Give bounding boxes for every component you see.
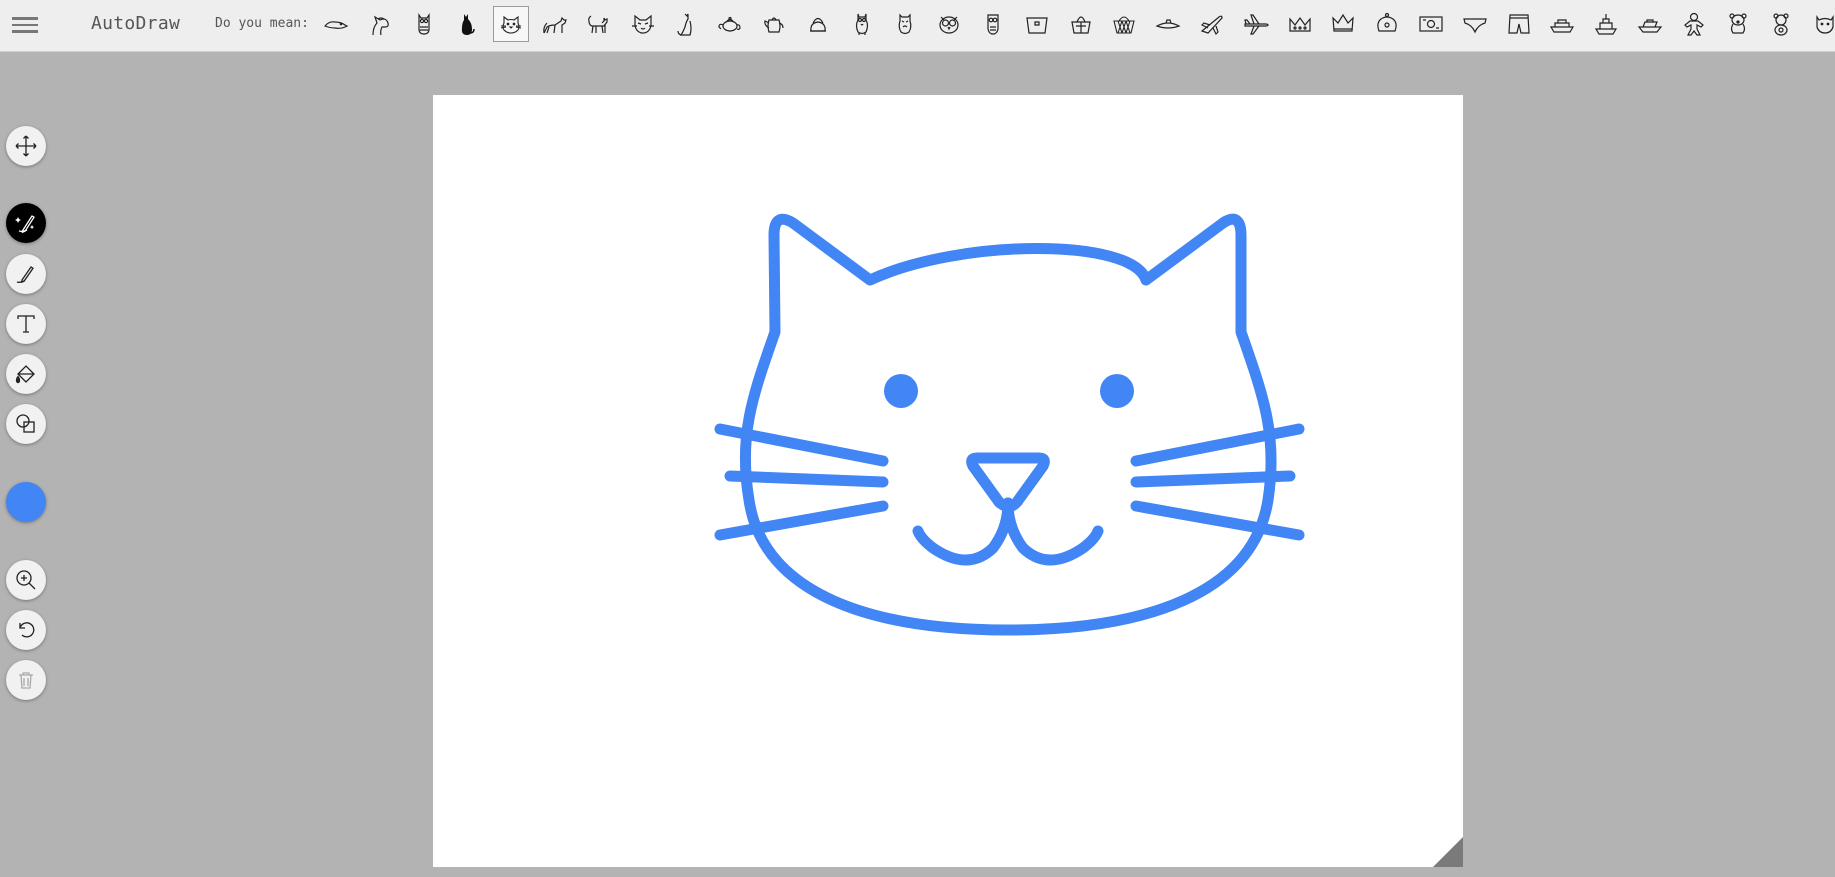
whisker-right-3 — [1130, 500, 1305, 541]
suggestion-label: Do you mean: — [215, 16, 309, 31]
boat-icon[interactable] — [1632, 6, 1668, 42]
cat-mouth-right — [1002, 497, 1104, 566]
bear-icon[interactable] — [1720, 6, 1756, 42]
move-tool[interactable] — [6, 126, 46, 166]
resize-corner-icon[interactable] — [1433, 837, 1463, 867]
top-bar: AutoDraw Do you mean: — [0, 0, 1835, 52]
shorts-icon[interactable] — [1501, 6, 1537, 42]
cat-stretching-icon[interactable] — [537, 6, 573, 42]
teapot-tall-icon[interactable] — [756, 6, 792, 42]
cat-walking-icon[interactable] — [581, 6, 617, 42]
pencil-icon — [16, 266, 34, 284]
ship-icon[interactable] — [1544, 6, 1580, 42]
owl-small-icon[interactable] — [975, 6, 1011, 42]
app-title: AutoDraw — [91, 13, 181, 34]
cat-face-icon[interactable] — [493, 6, 530, 42]
submarine-icon[interactable] — [1150, 6, 1186, 42]
autodraw-icon — [15, 215, 35, 234]
undo-icon — [19, 622, 35, 638]
color-picker-button[interactable] — [6, 482, 46, 522]
basket-icon[interactable] — [1019, 6, 1055, 42]
trash-icon — [19, 672, 33, 689]
whisker-right-2 — [1130, 470, 1296, 488]
draw-tool[interactable] — [6, 254, 46, 294]
gingerbread-icon[interactable] — [1676, 6, 1712, 42]
cat-eye-left — [884, 374, 918, 408]
crown-icon[interactable] — [1282, 6, 1318, 42]
cat-eye-right — [1100, 374, 1134, 408]
move-icon — [15, 135, 37, 157]
undo-tool[interactable] — [6, 610, 46, 650]
cat-sitting-icon[interactable] — [668, 6, 704, 42]
teddy-bear-icon[interactable] — [1763, 6, 1799, 42]
cat-head-icon[interactable] — [625, 6, 661, 42]
cruise-ship-icon[interactable] — [1588, 6, 1624, 42]
crown-round-icon[interactable] — [1369, 6, 1405, 42]
crown-tall-icon[interactable] — [1325, 6, 1361, 42]
shapes-icon — [16, 414, 35, 433]
type-tool[interactable] — [6, 304, 46, 344]
airplane-icon[interactable] — [1238, 6, 1274, 42]
teapot-icon[interactable] — [712, 6, 748, 42]
paint-bucket-icon — [15, 365, 35, 384]
delete-tool[interactable] — [6, 660, 46, 700]
black-cat-icon[interactable] — [449, 6, 485, 42]
autodraw-tool[interactable] — [6, 203, 46, 243]
kettle-icon[interactable] — [800, 6, 836, 42]
whisker-left-3 — [714, 500, 889, 541]
text-icon — [17, 315, 35, 333]
owl-icon[interactable] — [406, 6, 442, 42]
cat-mouth — [912, 497, 1014, 566]
banknote-icon[interactable] — [1413, 6, 1449, 42]
cat-drawing[interactable] — [433, 95, 1463, 867]
shopping-basket-icon[interactable] — [1063, 6, 1099, 42]
platypus-icon[interactable] — [318, 6, 354, 42]
cat-head-outline — [739, 213, 1277, 636]
wicker-basket-icon[interactable] — [1106, 6, 1142, 42]
shape-tool[interactable] — [6, 404, 46, 444]
zoom-tool[interactable] — [6, 560, 46, 600]
face-icon[interactable] — [1807, 6, 1835, 42]
zoom-in-icon — [16, 570, 36, 590]
owl-face-icon[interactable] — [931, 6, 967, 42]
fill-tool[interactable] — [6, 354, 46, 394]
briefs-icon[interactable] — [1457, 6, 1493, 42]
owl-outline-icon[interactable] — [887, 6, 923, 42]
drawing-canvas[interactable] — [433, 95, 1463, 867]
whisker-left-2 — [724, 470, 889, 488]
suggestion-strip — [318, 6, 1835, 44]
jet-icon[interactable] — [1194, 6, 1230, 42]
owl-standing-icon[interactable] — [844, 6, 880, 42]
horse-icon[interactable] — [362, 6, 398, 42]
hamburger-menu-icon[interactable] — [12, 13, 38, 37]
